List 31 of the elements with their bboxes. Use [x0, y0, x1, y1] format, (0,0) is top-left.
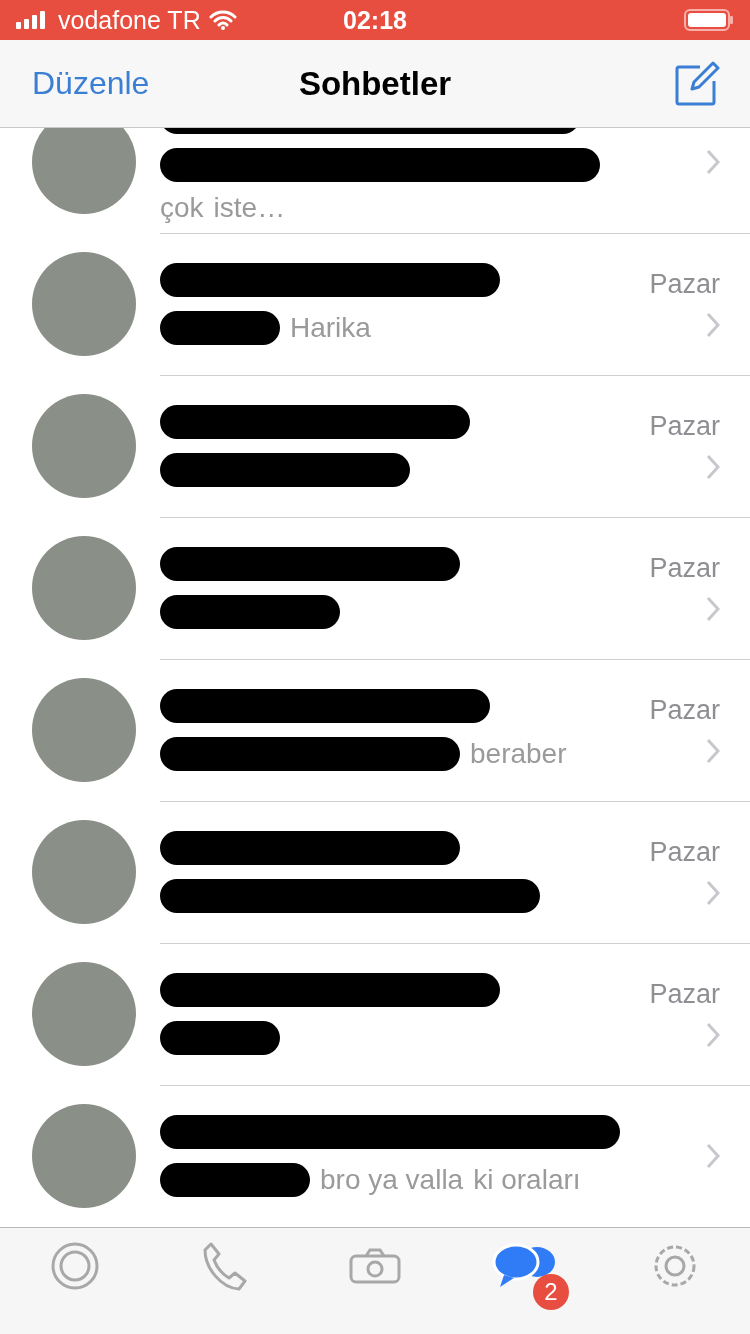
- chat-time: Pazar: [649, 553, 720, 584]
- chevron-icon: [706, 738, 720, 764]
- carrier-name: vodafone TR: [58, 5, 201, 35]
- clock-time: 02:18: [343, 5, 407, 34]
- message-fragment: bro ya valla: [320, 1163, 464, 1196]
- edit-button[interactable]: Düzenle: [32, 61, 150, 106]
- message-fragment: Harika: [290, 311, 371, 344]
- message-fragment: ki oraları: [473, 1163, 581, 1196]
- chevron-icon: [706, 148, 720, 175]
- phone-icon[interactable]: [201, 1240, 249, 1292]
- message-fragment: iste…: [213, 191, 286, 224]
- message-fragment: beraber: [470, 737, 567, 770]
- battery-icon: [684, 9, 734, 31]
- chevron-icon: [706, 1022, 720, 1048]
- chevron-icon: [706, 454, 720, 480]
- chevron-icon: [706, 312, 720, 338]
- screen-title: Sohbetler: [298, 64, 452, 102]
- chat-time: Pazar: [649, 837, 720, 868]
- chevron-icon: [706, 596, 720, 622]
- chat-time: Pazar: [649, 411, 720, 442]
- chevron-icon: [706, 1142, 720, 1169]
- camera-icon[interactable]: [348, 1246, 402, 1286]
- chat-time: Pazar: [649, 979, 720, 1010]
- message-fragment: çok: [160, 191, 204, 224]
- wifi-icon: [208, 10, 237, 30]
- compose-icon[interactable]: [674, 60, 720, 107]
- chat-time: Pazar: [649, 695, 720, 726]
- chevron-icon: [706, 880, 720, 906]
- status-ring-icon[interactable]: [49, 1240, 101, 1292]
- unread-badge: 2: [533, 1274, 569, 1310]
- chat-time: Pazar: [649, 269, 720, 300]
